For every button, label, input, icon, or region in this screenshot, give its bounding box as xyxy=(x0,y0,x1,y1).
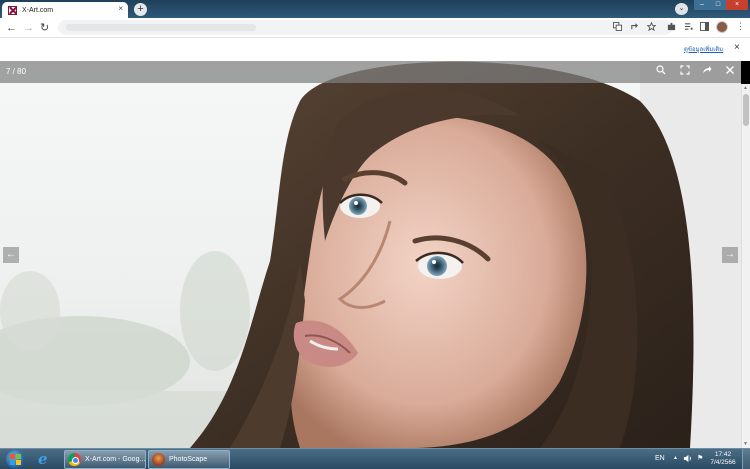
page-notice-strip: ดูข้อมูลเพิ่มเติม × xyxy=(0,38,750,61)
tab-close-icon[interactable]: × xyxy=(118,4,123,13)
window-minimize-button[interactable]: – xyxy=(694,0,710,10)
browser-toolbar: ← → ↻ ⋮ xyxy=(0,18,750,38)
chrome-icon xyxy=(68,453,81,466)
extensions-icon[interactable] xyxy=(667,22,676,34)
taskbar-chrome-button[interactable]: X-Art.com - Goog... xyxy=(64,450,146,469)
scroll-down-arrow-icon[interactable]: ▼ xyxy=(743,441,748,447)
notice-close-icon[interactable]: × xyxy=(734,42,740,53)
site-favicon-icon xyxy=(8,5,17,15)
tab-strip: X-Art.com × + ⌄ – □ × xyxy=(0,0,750,18)
address-bar[interactable] xyxy=(58,20,672,35)
tray-expand-icon[interactable]: ▲ xyxy=(673,454,678,463)
previous-image-button[interactable]: ← xyxy=(3,247,19,263)
clock-date: 7/4/2566 xyxy=(710,459,736,466)
page-scrollbar[interactable]: ▲ ▼ xyxy=(741,84,750,448)
photoscape-icon xyxy=(152,453,165,466)
scrollbar-thumb[interactable] xyxy=(743,94,749,126)
lightbox-top-bar: 7 / 80 xyxy=(0,61,741,83)
window-maximize-button[interactable]: □ xyxy=(710,0,726,10)
tab-title: X-Art.com xyxy=(22,6,54,14)
next-image-button[interactable]: → xyxy=(722,247,738,263)
start-button[interactable] xyxy=(6,450,25,469)
fullscreen-icon[interactable] xyxy=(678,65,692,79)
image-lightbox: 7 / 80 ← → xyxy=(0,61,741,448)
bookmark-star-icon[interactable] xyxy=(646,21,657,34)
zoom-icon[interactable] xyxy=(654,65,668,79)
share-icon[interactable] xyxy=(630,22,639,34)
volume-icon[interactable] xyxy=(683,454,692,466)
taskbar-chrome-label: X-Art.com - Goog... xyxy=(85,456,146,463)
forward-button[interactable]: → xyxy=(23,21,34,35)
reload-button[interactable]: ↻ xyxy=(40,21,49,35)
internet-explorer-icon[interactable]: e xyxy=(38,451,48,468)
tab-search-button[interactable]: ⌄ xyxy=(675,3,688,15)
back-button[interactable]: ← xyxy=(6,21,17,35)
profile-avatar[interactable] xyxy=(716,21,728,33)
lightbox-close-icon[interactable] xyxy=(723,65,737,79)
taskbar-photoscape-label: PhotoScape xyxy=(169,456,208,463)
side-panel-icon[interactable] xyxy=(700,22,709,34)
windows-taskbar: e X-Art.com - Goog... PhotoScape EN ▲ ⚑ … xyxy=(0,448,750,469)
browser-menu-icon[interactable]: ⋮ xyxy=(736,21,745,32)
translate-icon[interactable] xyxy=(613,22,622,34)
address-bar-redacted-url xyxy=(66,24,256,31)
image-counter: 7 / 80 xyxy=(6,67,27,76)
clock-time: 17:42 xyxy=(714,451,732,458)
taskbar-clock[interactable]: 17:42 7/4/2566 xyxy=(708,451,738,467)
language-indicator[interactable]: EN xyxy=(655,454,665,463)
share-arrow-icon[interactable] xyxy=(700,65,714,79)
show-desktop-button[interactable] xyxy=(742,449,750,469)
action-center-flag-icon[interactable]: ⚑ xyxy=(697,454,703,463)
lightbox-photo xyxy=(0,61,741,448)
new-tab-button[interactable]: + xyxy=(134,3,147,16)
reading-list-icon[interactable] xyxy=(684,22,693,34)
taskbar-photoscape-button[interactable]: PhotoScape xyxy=(148,450,230,469)
browser-tab[interactable]: X-Art.com × xyxy=(2,2,128,18)
more-info-link[interactable]: ดูข้อมูลเพิ่มเติม xyxy=(684,44,723,54)
window-close-button[interactable]: × xyxy=(726,0,748,10)
scroll-up-arrow-icon[interactable]: ▲ xyxy=(743,85,748,91)
